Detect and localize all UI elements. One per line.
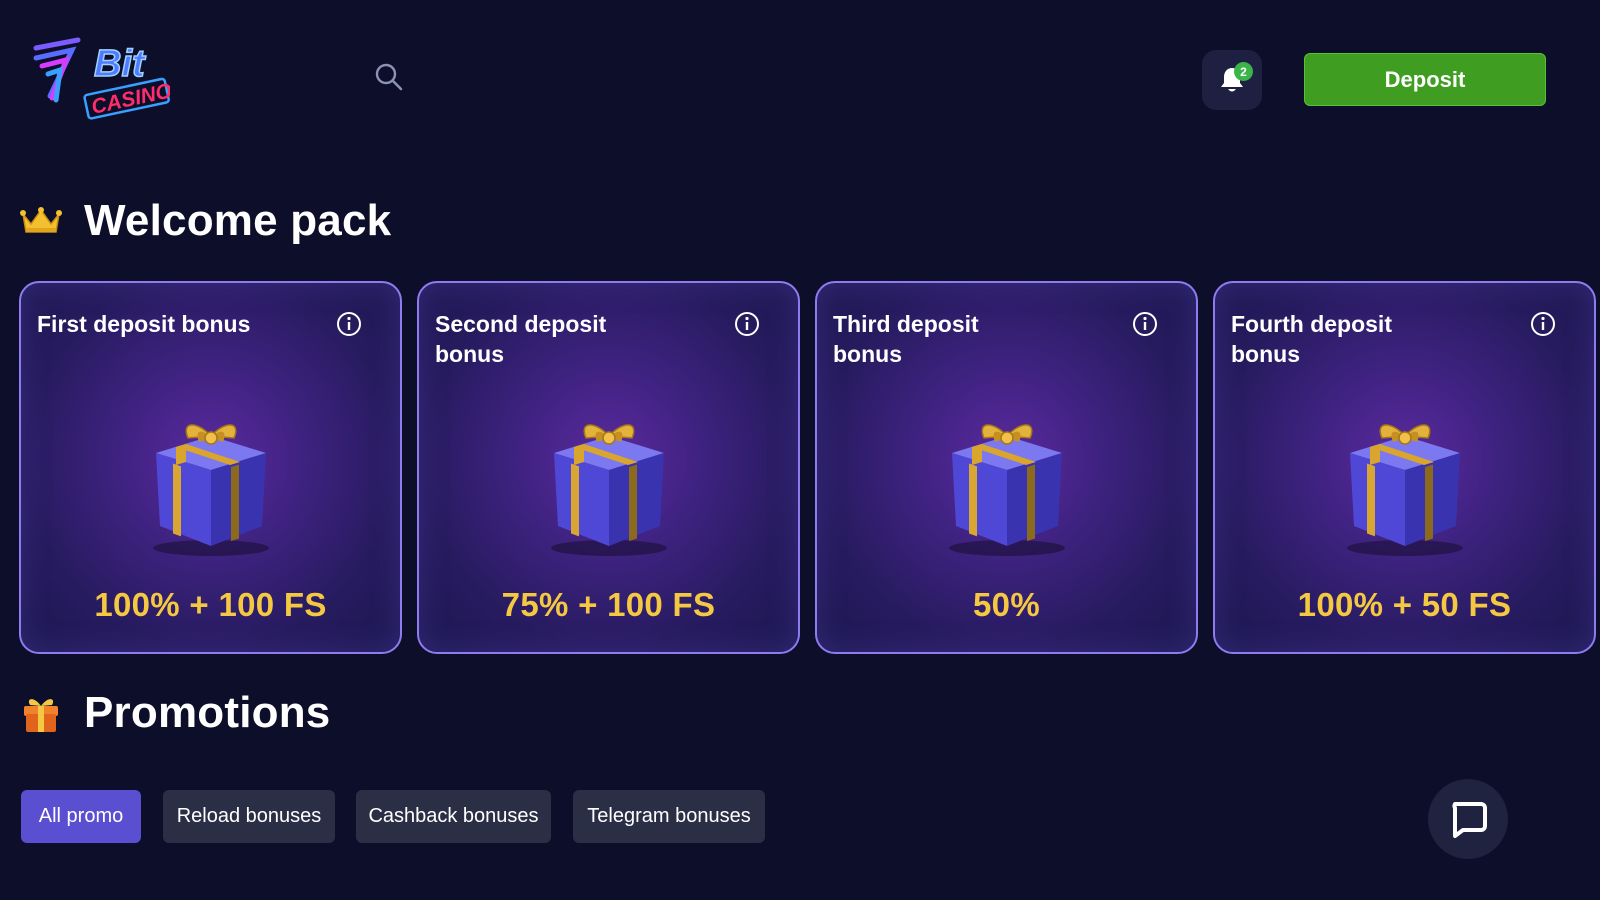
svg-text:Bit: Bit <box>94 43 146 85</box>
bonus-card-second[interactable]: Second deposit bonus 75% + 100 FS <box>417 281 800 654</box>
promotions-title: Promotions <box>84 688 331 737</box>
gift-icon <box>153 424 269 556</box>
deposit-button[interactable]: Deposit <box>1304 53 1546 106</box>
bitcasino-logo[interactable]: Bit CASINO <box>30 36 174 120</box>
filter-all-promo[interactable]: All promo <box>21 790 141 843</box>
info-icon <box>1133 312 1157 336</box>
header: Bit CASINO 2 Deposit <box>0 0 1600 150</box>
crown-icon <box>20 207 62 233</box>
gift-icon <box>24 699 58 732</box>
bonus-card-title: First deposit bonus <box>37 311 251 337</box>
bonus-card-title: Third deposit bonus <box>833 311 979 367</box>
search-icon <box>375 63 403 91</box>
gift-icon <box>551 424 667 556</box>
chat-button[interactable] <box>1428 779 1508 859</box>
bonus-card-first[interactable]: First deposit bonus 100% + 100 FS <box>19 281 402 654</box>
filter-telegram-bonuses[interactable]: Telegram bonuses <box>573 790 765 843</box>
info-button[interactable] <box>1132 311 1158 337</box>
chat-icon <box>1452 802 1487 838</box>
welcome-pack-heading: Welcome pack <box>20 196 391 246</box>
bonus-card-value: 100% + 100 FS <box>94 586 327 623</box>
info-button[interactable] <box>336 311 362 337</box>
welcome-pack-cards: First deposit bonus 100% + 100 FS Second… <box>19 281 1600 655</box>
info-icon <box>1531 312 1555 336</box>
bonus-card-value: 100% + 50 FS <box>1297 586 1512 623</box>
filter-reload-bonuses[interactable]: Reload bonuses <box>163 790 335 843</box>
bonus-card-value: 50% <box>973 586 1040 623</box>
info-icon <box>337 312 361 336</box>
notifications-button[interactable]: 2 <box>1202 50 1262 110</box>
info-button[interactable] <box>734 311 760 337</box>
gift-icon <box>1347 424 1463 556</box>
bonus-card-value: 75% + 100 FS <box>501 586 716 623</box>
gift-icon <box>949 424 1065 556</box>
info-button[interactable] <box>1530 311 1556 337</box>
bonus-card-fourth[interactable]: Fourth deposit bonus 100% + 50 FS <box>1213 281 1596 654</box>
bonus-card-third[interactable]: Third deposit bonus 50% <box>815 281 1198 654</box>
promotions-heading: Promotions <box>20 688 330 738</box>
notification-count-badge: 2 <box>1234 62 1253 81</box>
search-button[interactable] <box>374 62 404 92</box>
bonus-card-title: Fourth deposit bonus <box>1231 311 1392 367</box>
welcome-pack-title: Welcome pack <box>84 196 392 245</box>
info-icon <box>735 312 759 336</box>
bonus-card-title: Second deposit bonus <box>435 311 607 367</box>
filter-cashback-bonuses[interactable]: Cashback bonuses <box>356 790 551 843</box>
